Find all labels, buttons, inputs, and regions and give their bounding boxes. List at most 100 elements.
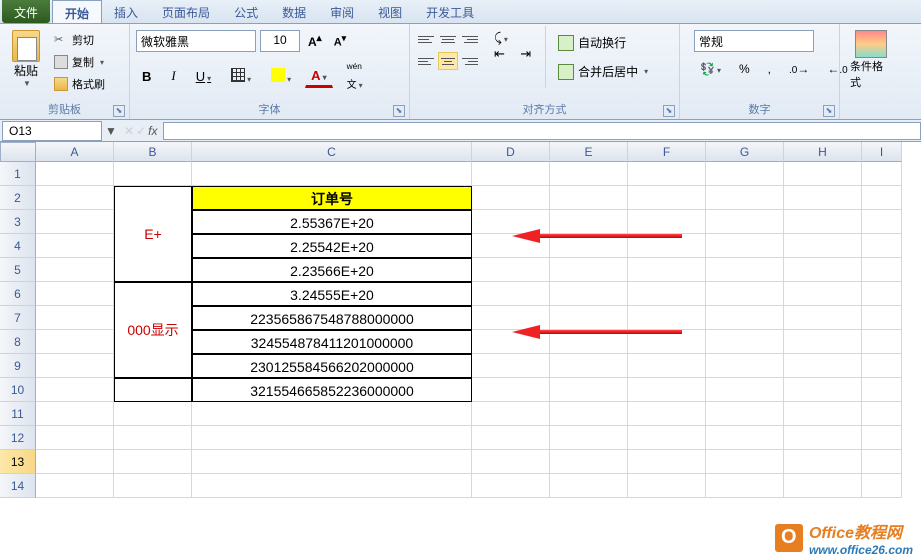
enter-formula-icon[interactable]: ✓ bbox=[136, 124, 146, 138]
cell[interactable] bbox=[472, 474, 550, 498]
align-left-button[interactable] bbox=[416, 52, 436, 70]
cell[interactable]: 230125584566202000000 bbox=[192, 354, 472, 378]
cell[interactable] bbox=[114, 450, 192, 474]
cell[interactable] bbox=[784, 426, 862, 450]
dialog-launcher-icon[interactable]: ⬊ bbox=[393, 105, 405, 117]
wrap-text-button[interactable]: 自动换行 bbox=[554, 30, 652, 55]
cell[interactable] bbox=[628, 426, 706, 450]
row-header[interactable]: 6 bbox=[0, 282, 36, 306]
cell[interactable] bbox=[628, 258, 706, 282]
cell[interactable] bbox=[862, 162, 902, 186]
cell[interactable] bbox=[114, 474, 192, 498]
cell[interactable] bbox=[706, 186, 784, 210]
decrease-font-icon[interactable]: A▾ bbox=[330, 31, 351, 51]
cell[interactable] bbox=[114, 378, 192, 402]
cell[interactable] bbox=[784, 354, 862, 378]
cell[interactable] bbox=[36, 474, 114, 498]
merge-center-button[interactable]: 合并后居中▾ bbox=[554, 59, 652, 84]
col-header[interactable]: H bbox=[784, 142, 862, 162]
col-header[interactable]: C bbox=[192, 142, 472, 162]
dialog-launcher-icon[interactable]: ⬊ bbox=[113, 105, 125, 117]
cell[interactable] bbox=[36, 210, 114, 234]
format-painter-button[interactable]: 格式刷 bbox=[50, 74, 109, 94]
row-header[interactable]: 13 bbox=[0, 450, 36, 474]
cell[interactable] bbox=[862, 450, 902, 474]
align-middle-button[interactable] bbox=[438, 30, 458, 48]
row-header[interactable]: 2 bbox=[0, 186, 36, 210]
cell[interactable] bbox=[192, 426, 472, 450]
cell[interactable] bbox=[706, 162, 784, 186]
cell[interactable] bbox=[36, 186, 114, 210]
increase-font-icon[interactable]: A▴ bbox=[304, 31, 326, 51]
cell[interactable] bbox=[36, 282, 114, 306]
cell[interactable] bbox=[862, 474, 902, 498]
font-size-select[interactable]: 10 bbox=[260, 30, 300, 52]
col-header[interactable]: F bbox=[628, 142, 706, 162]
cell[interactable] bbox=[550, 450, 628, 474]
cell[interactable] bbox=[36, 306, 114, 330]
cell[interactable] bbox=[472, 426, 550, 450]
cell[interactable]: 订单号 bbox=[192, 186, 472, 210]
cell[interactable] bbox=[862, 306, 902, 330]
cell[interactable] bbox=[472, 378, 550, 402]
cell[interactable] bbox=[784, 186, 862, 210]
cell[interactable]: 2.55367E+20 bbox=[192, 210, 472, 234]
tab-formulas[interactable]: 公式 bbox=[222, 0, 270, 23]
col-header[interactable]: D bbox=[472, 142, 550, 162]
row-header[interactable]: 5 bbox=[0, 258, 36, 282]
tab-file[interactable]: 文件 bbox=[2, 0, 50, 23]
col-header[interactable]: I bbox=[862, 142, 902, 162]
cell[interactable] bbox=[628, 450, 706, 474]
cell[interactable] bbox=[706, 330, 784, 354]
cell[interactable] bbox=[628, 354, 706, 378]
cell[interactable] bbox=[862, 186, 902, 210]
increase-decimal-button[interactable]: .0→ bbox=[783, 60, 815, 78]
row-header[interactable]: 3 bbox=[0, 210, 36, 234]
cell[interactable] bbox=[550, 474, 628, 498]
col-header[interactable]: E bbox=[550, 142, 628, 162]
cell[interactable] bbox=[550, 402, 628, 426]
cell[interactable] bbox=[628, 474, 706, 498]
cell[interactable] bbox=[706, 258, 784, 282]
cell[interactable] bbox=[550, 282, 628, 306]
cell[interactable] bbox=[114, 162, 192, 186]
col-header[interactable]: A bbox=[36, 142, 114, 162]
comma-button[interactable]: , bbox=[762, 60, 777, 78]
cell[interactable] bbox=[36, 378, 114, 402]
fill-color-button[interactable]: ▾ bbox=[265, 65, 297, 88]
cell[interactable] bbox=[784, 450, 862, 474]
fx-button[interactable]: fx bbox=[148, 124, 157, 138]
underline-button[interactable]: U▾ bbox=[190, 66, 217, 87]
merged-cell-group1[interactable]: E+ bbox=[114, 186, 192, 282]
cell[interactable] bbox=[550, 354, 628, 378]
cell[interactable] bbox=[36, 354, 114, 378]
row-header[interactable]: 1 bbox=[0, 162, 36, 186]
cell[interactable] bbox=[36, 450, 114, 474]
cell[interactable] bbox=[114, 426, 192, 450]
cell[interactable] bbox=[784, 282, 862, 306]
cell[interactable] bbox=[472, 282, 550, 306]
cell[interactable] bbox=[862, 234, 902, 258]
cell[interactable] bbox=[784, 306, 862, 330]
cell[interactable] bbox=[862, 402, 902, 426]
cell[interactable] bbox=[472, 162, 550, 186]
cell[interactable] bbox=[36, 330, 114, 354]
cell[interactable] bbox=[862, 282, 902, 306]
cell[interactable] bbox=[628, 378, 706, 402]
cell[interactable] bbox=[862, 258, 902, 282]
cell[interactable] bbox=[784, 234, 862, 258]
cell[interactable] bbox=[706, 306, 784, 330]
cancel-formula-icon[interactable]: ✕ bbox=[124, 124, 134, 138]
cell[interactable] bbox=[784, 210, 862, 234]
cell[interactable] bbox=[472, 354, 550, 378]
cell[interactable]: 324554878411201000000 bbox=[192, 330, 472, 354]
align-top-button[interactable] bbox=[416, 30, 436, 48]
select-all-corner[interactable] bbox=[0, 142, 36, 162]
name-box[interactable]: O13 bbox=[2, 121, 102, 141]
tab-insert[interactable]: 插入 bbox=[102, 0, 150, 23]
cell[interactable] bbox=[706, 378, 784, 402]
decrease-indent-button[interactable]: ⇤ bbox=[488, 43, 511, 64]
row-header[interactable]: 10 bbox=[0, 378, 36, 402]
cell[interactable] bbox=[192, 402, 472, 426]
cell[interactable] bbox=[36, 162, 114, 186]
